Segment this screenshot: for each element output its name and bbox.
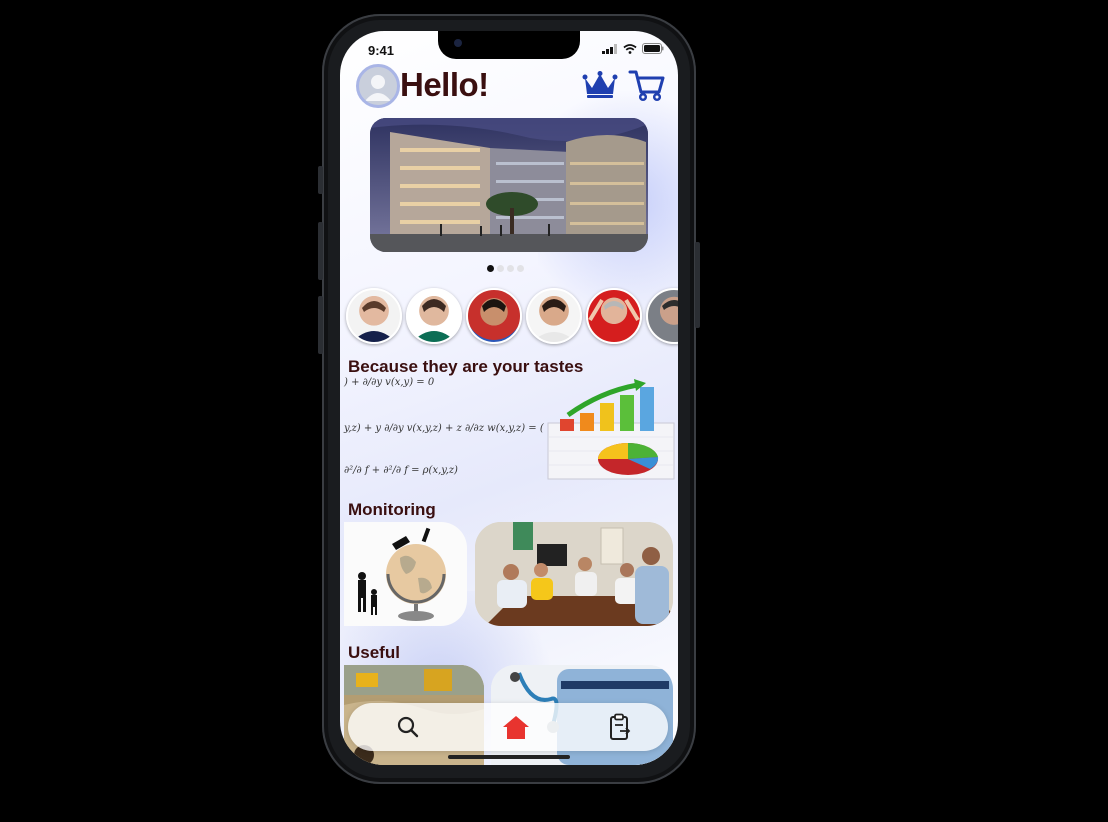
cellular-signal-icon bbox=[602, 43, 617, 54]
story-avatar-6[interactable] bbox=[646, 288, 678, 344]
nav-home-button[interactable] bbox=[500, 711, 532, 743]
front-camera bbox=[454, 39, 462, 47]
nav-clipboard-button[interactable] bbox=[604, 711, 636, 743]
nav-search-button[interactable] bbox=[392, 711, 424, 743]
power-button bbox=[695, 242, 700, 328]
carousel-dot-3[interactable] bbox=[507, 265, 514, 272]
carousel-pagination bbox=[487, 265, 524, 272]
monitoring-card-meeting[interactable] bbox=[475, 522, 673, 626]
story-avatar-4[interactable] bbox=[526, 288, 582, 344]
home-indicator bbox=[448, 755, 570, 759]
carousel-dot-1[interactable] bbox=[487, 265, 494, 272]
notch bbox=[438, 31, 580, 59]
equation-2: y,z) + y ∂/∂y v(x,y,z) + z ∂/∂z w(x,y,z)… bbox=[344, 423, 544, 434]
banner-carousel-slide[interactable] bbox=[370, 118, 648, 252]
bottom-navigation-bar bbox=[348, 703, 668, 751]
useful-section-title: Useful bbox=[348, 643, 400, 662]
story-avatar-2[interactable] bbox=[406, 288, 462, 344]
tastes-section-title: Because they are your tastes bbox=[348, 357, 584, 376]
crown-icon[interactable] bbox=[582, 70, 618, 100]
tastes-banner[interactable]: ) + ∂/∂y v(x,y) = 0 y,z) + y ∂/∂y v(x,y,… bbox=[340, 377, 678, 485]
status-time: 9:41 bbox=[368, 43, 395, 58]
meeting-photo bbox=[475, 522, 673, 626]
stories-row bbox=[346, 288, 678, 344]
globe-illustration bbox=[358, 527, 446, 621]
volume-down-button bbox=[318, 296, 323, 354]
story-avatar-1[interactable] bbox=[346, 288, 402, 344]
carousel-dot-2[interactable] bbox=[497, 265, 504, 272]
growth-chart-illustration bbox=[547, 379, 675, 480]
monitoring-card-globe[interactable] bbox=[344, 522, 467, 626]
equation-1: ) + ∂/∂y v(x,y) = 0 bbox=[344, 377, 435, 388]
search-icon bbox=[397, 716, 419, 738]
wifi-icon bbox=[623, 43, 637, 54]
status-icons bbox=[602, 43, 664, 54]
carousel-dot-4[interactable] bbox=[517, 265, 524, 272]
home-icon bbox=[503, 716, 529, 739]
story-avatar-3[interactable] bbox=[466, 288, 522, 344]
clipboard-icon bbox=[610, 713, 631, 740]
monitoring-section-title: Monitoring bbox=[348, 500, 436, 519]
app-screen: 9:41 Hello! Because they are your tastes… bbox=[340, 31, 678, 765]
user-avatar-icon[interactable] bbox=[356, 64, 400, 108]
story-avatar-5[interactable] bbox=[586, 288, 642, 344]
greeting-title: Hello! bbox=[400, 66, 489, 103]
battery-icon bbox=[642, 43, 664, 54]
app-header: Hello! bbox=[356, 64, 666, 108]
volume-up-button bbox=[318, 222, 323, 280]
equation-3: ∂²/∂ f + ∂²/∂ f = ρ(x,y,z) bbox=[344, 465, 458, 476]
campus-building-image bbox=[370, 118, 648, 252]
shopping-cart-icon[interactable] bbox=[628, 68, 666, 102]
mute-switch bbox=[318, 166, 323, 194]
